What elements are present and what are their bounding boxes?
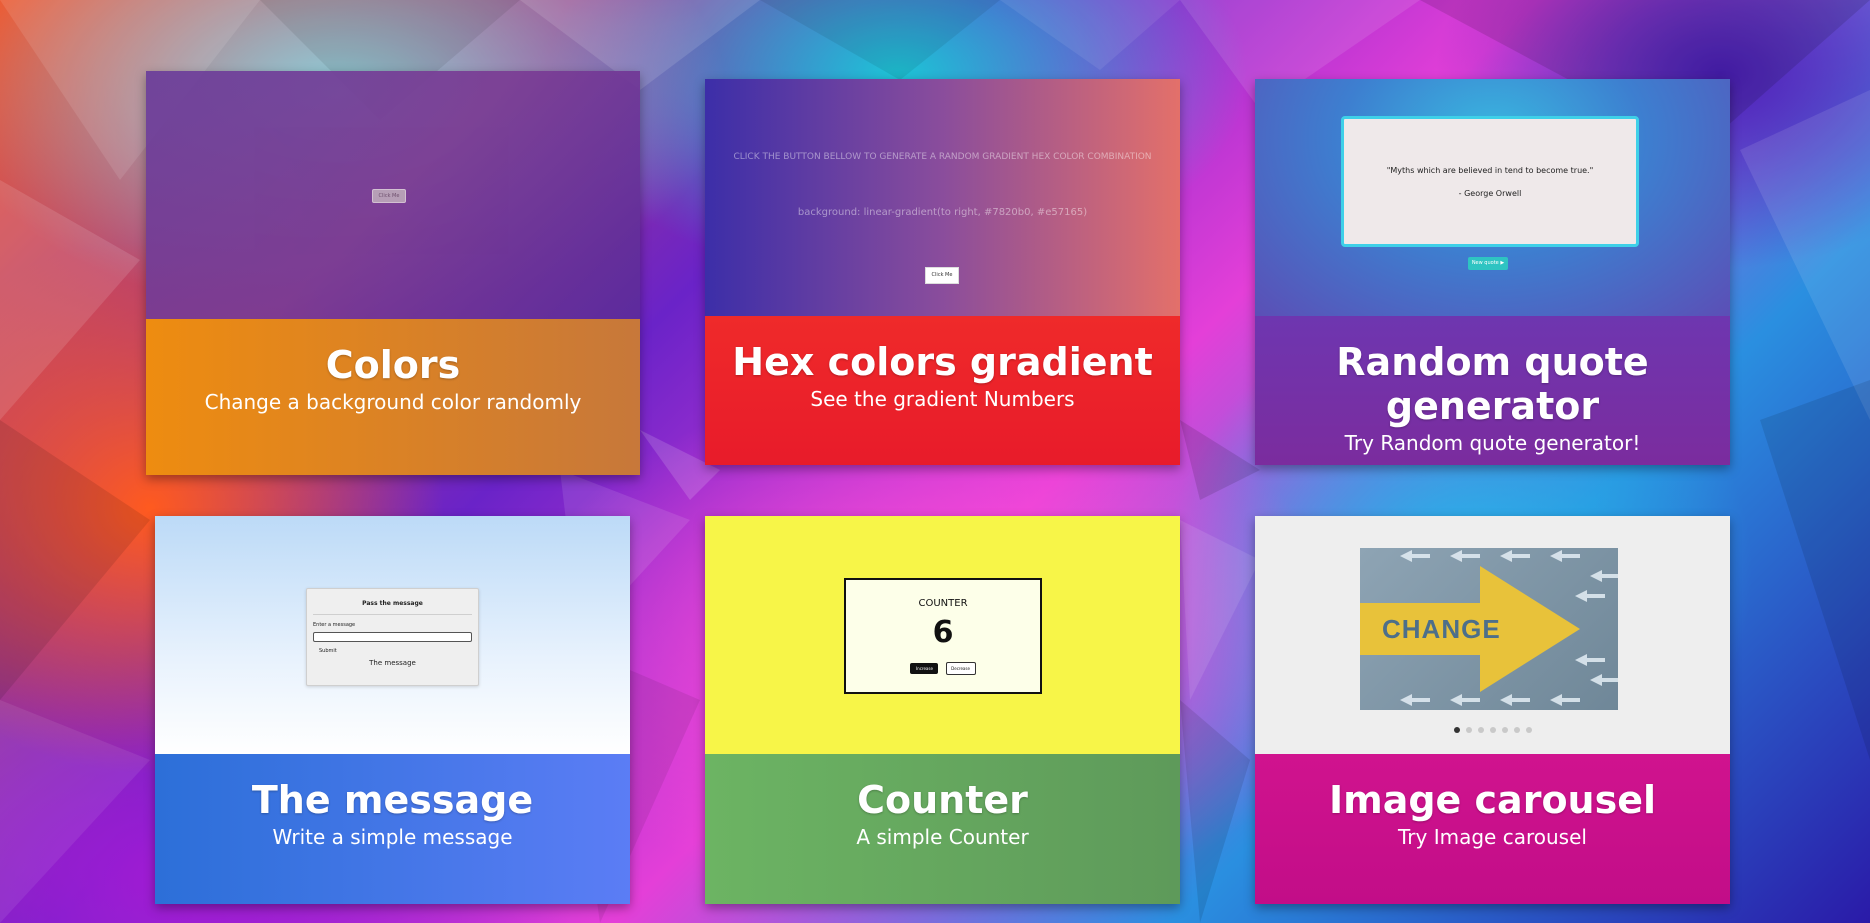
quote-preview: "Myths which are believed in tend to bec…	[1255, 79, 1730, 316]
card-the-message[interactable]: Pass the message Enter a message Submit …	[155, 516, 630, 904]
card-caption: Counter A simple Counter	[705, 754, 1180, 904]
message-heading: Pass the message	[362, 600, 423, 607]
carousel-dot[interactable]	[1477, 727, 1484, 733]
card-title: Counter	[857, 778, 1028, 822]
increase-button: Increase	[910, 663, 939, 674]
carousel-dot[interactable]	[1465, 727, 1472, 733]
carousel-dot[interactable]	[1489, 727, 1496, 733]
carousel-dots	[1255, 718, 1730, 737]
preview-heading: CLICK THE BUTTON BELLOW TO GENERATE A RA…	[733, 152, 1152, 162]
carousel-image: CHANGE	[1360, 548, 1618, 710]
message-output: The message	[369, 659, 416, 667]
preview-code: background: linear-gradient(to right, #7…	[797, 207, 1088, 218]
card-title: Image carousel	[1328, 778, 1657, 822]
preview-new-quote-button: New quote ▶	[1468, 257, 1508, 270]
card-counter[interactable]: COUNTER 6 Increase Decrease Counter A si…	[705, 516, 1180, 904]
message-label: Enter a message	[313, 622, 356, 628]
card-colors[interactable]: Click Me Colors Change a background colo…	[146, 71, 640, 475]
card-image-carousel[interactable]: CHANGE Image carousel Try Image carousel	[1255, 516, 1730, 904]
carousel-dot[interactable]	[1501, 727, 1508, 733]
quote-text: "Myths which are believed in tend to bec…	[1386, 166, 1594, 175]
carousel-dot[interactable]	[1513, 727, 1520, 733]
card-caption: Hex colors gradient See the gradient Num…	[705, 316, 1180, 465]
submit-button: Submit	[319, 648, 337, 654]
card-caption: Image carousel Try Image carousel	[1255, 754, 1730, 904]
card-subtitle: See the gradient Numbers	[810, 387, 1075, 411]
message-input	[313, 632, 472, 642]
counter-box: COUNTER 6 Increase Decrease	[844, 578, 1042, 694]
counter-preview: COUNTER 6 Increase Decrease	[705, 516, 1180, 754]
colors-preview: Click Me	[146, 71, 640, 319]
card-subtitle: Try Random quote generator!	[1344, 431, 1641, 455]
counter-value: 6	[932, 615, 954, 650]
counter-buttons: Increase Decrease	[846, 655, 1040, 675]
carousel-image-word: CHANGE	[1382, 614, 1501, 644]
counter-heading: COUNTER	[918, 598, 968, 609]
message-form: Pass the message Enter a message Submit …	[306, 588, 479, 686]
preview-click-button: Click Me	[925, 267, 959, 284]
card-title: Random quote generator	[1336, 340, 1649, 428]
carousel-dot[interactable]	[1453, 727, 1460, 733]
card-subtitle: Write a simple message	[272, 825, 513, 849]
card-subtitle: Change a background color randomly	[204, 390, 582, 414]
card-caption: The message Write a simple message	[155, 754, 630, 904]
card-subtitle: Try Image carousel	[1398, 825, 1587, 849]
card-title: The message	[251, 778, 534, 822]
gradient-preview: CLICK THE BUTTON BELLOW TO GENERATE A RA…	[705, 79, 1180, 316]
card-title: Colors	[325, 343, 461, 387]
card-caption: Colors Change a background color randoml…	[146, 319, 640, 475]
carousel-preview: CHANGE	[1255, 516, 1730, 754]
card-title: Hex colors gradient	[732, 340, 1153, 384]
quote-author: - George Orwell	[1458, 189, 1522, 198]
preview-click-button: Click Me	[372, 189, 406, 203]
divider	[313, 614, 472, 615]
card-caption: Random quote generator Try Random quote …	[1255, 316, 1730, 465]
quote-box: "Myths which are believed in tend to bec…	[1341, 116, 1639, 247]
decrease-button: Decrease	[945, 662, 976, 675]
carousel-dot[interactable]	[1525, 727, 1532, 733]
card-random-quote-generator[interactable]: "Myths which are believed in tend to bec…	[1255, 79, 1730, 465]
message-preview: Pass the message Enter a message Submit …	[155, 516, 630, 754]
card-subtitle: A simple Counter	[856, 825, 1029, 849]
card-hex-colors-gradient[interactable]: CLICK THE BUTTON BELLOW TO GENERATE A RA…	[705, 79, 1180, 465]
